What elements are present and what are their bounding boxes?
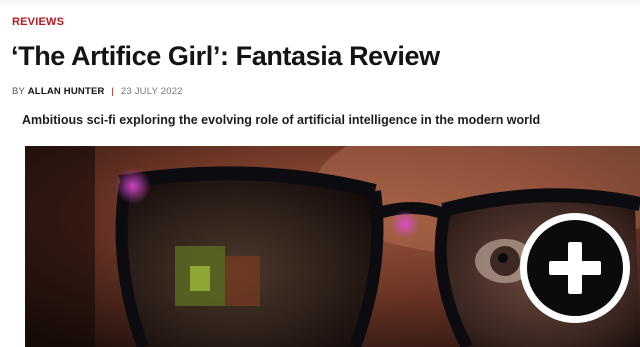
author-link[interactable]: ALLAN HUNTER: [28, 86, 105, 97]
standfirst: Ambitious sci-fi exploring the evolving …: [22, 113, 541, 127]
byline: BY ALLAN HUNTER | 23 JULY 2022: [12, 86, 183, 97]
article-title: ‘The Artifice Girl’: Fantasia Review: [11, 41, 440, 71]
plus-icon: [527, 220, 623, 316]
expand-image-button[interactable]: [520, 213, 630, 323]
category-link[interactable]: REVIEWS: [12, 16, 64, 28]
byline-separator: |: [111, 86, 115, 97]
byline-prefix: BY: [12, 86, 25, 97]
top-divider: [0, 0, 640, 8]
publish-date: 23 JULY 2022: [120, 86, 183, 97]
